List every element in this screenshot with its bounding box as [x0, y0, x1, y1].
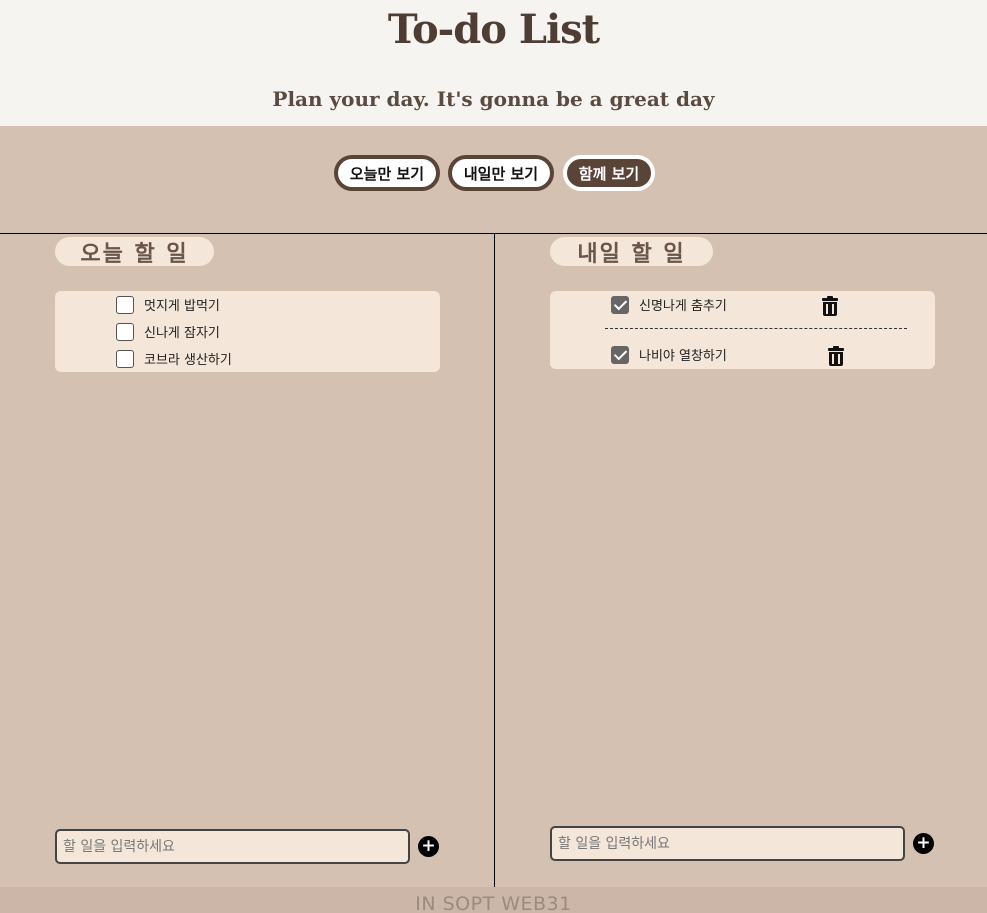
- list-item: 신명나게 춤추기: [611, 295, 727, 314]
- todo-text: 코브라 생산하기: [144, 353, 232, 368]
- tomorrow-todo-input[interactable]: [550, 826, 905, 861]
- page-subtitle: Plan your day. It's gonna be a great day: [272, 87, 715, 111]
- list-item: 신나게 잠자기: [116, 322, 220, 341]
- todo-text: 신명나게 춤추기: [639, 299, 727, 314]
- todo-text: 멋지게 밥먹기: [144, 299, 220, 314]
- plus-circle-icon[interactable]: +: [913, 833, 934, 854]
- tomorrow-list: [550, 291, 935, 369]
- header: To-do List Plan your day. It's gonna be …: [0, 0, 987, 126]
- today-list: [55, 291, 440, 372]
- checkbox-icon[interactable]: [116, 322, 134, 341]
- footer: IN SOPT WEB31: [0, 887, 987, 913]
- trash-icon[interactable]: [828, 346, 844, 366]
- today-todo-input[interactable]: [55, 829, 410, 864]
- today-section-title: 오늘 할 일: [55, 237, 214, 267]
- plus-circle-icon[interactable]: +: [418, 836, 439, 857]
- checkbox-icon[interactable]: [116, 295, 134, 314]
- tomorrow-section-title: 내일 할 일: [550, 237, 713, 267]
- checkbox-icon[interactable]: [116, 349, 134, 368]
- page-title: To-do List: [387, 6, 600, 53]
- filter-today-button[interactable]: 오늘만 보기: [334, 155, 440, 191]
- section-divider-vertical: [494, 234, 495, 887]
- todo-text: 나비야 열창하기: [639, 349, 727, 364]
- item-divider: [605, 328, 907, 329]
- filter-tomorrow-button[interactable]: 내일만 보기: [448, 155, 554, 191]
- checkbox-icon[interactable]: [611, 295, 629, 314]
- filter-both-button[interactable]: 함께 보기: [563, 155, 655, 191]
- checkbox-icon[interactable]: [611, 345, 629, 364]
- trash-icon[interactable]: [822, 296, 838, 316]
- list-item: 나비야 열창하기: [611, 345, 727, 364]
- list-item: 코브라 생산하기: [116, 349, 232, 368]
- todo-text: 신나게 잠자기: [144, 326, 220, 341]
- list-item: 멋지게 밥먹기: [116, 295, 220, 314]
